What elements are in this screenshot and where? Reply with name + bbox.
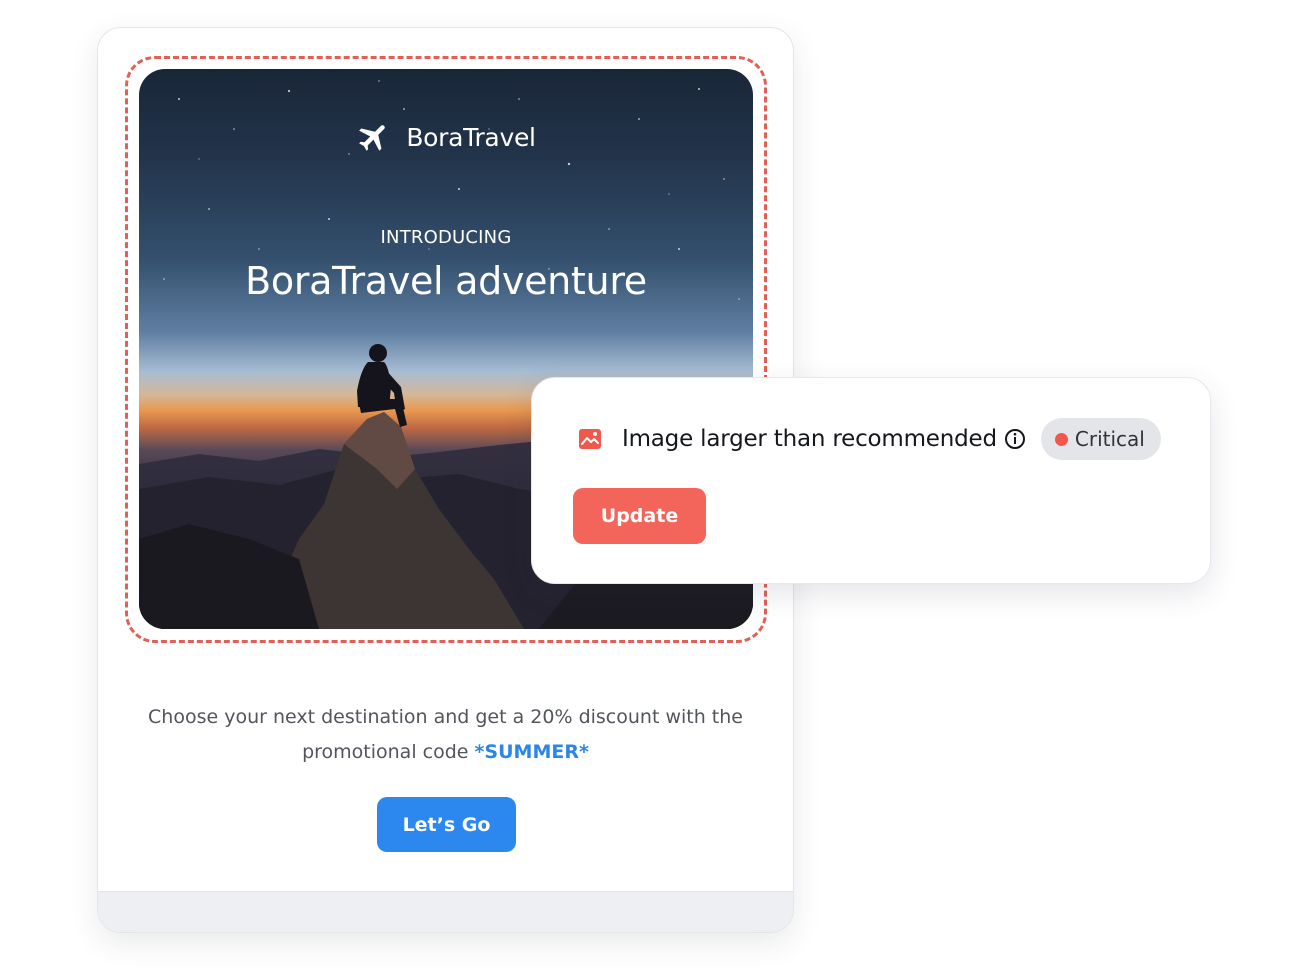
severity-badge: Critical: [1040, 418, 1161, 460]
image-warning-card: Image larger than recommended Critical U…: [531, 377, 1211, 584]
brand-name: BoraTravel: [406, 122, 536, 152]
info-icon[interactable]: [1004, 428, 1026, 450]
severity-dot: [1054, 432, 1068, 446]
airplane-icon: [359, 125, 386, 151]
brand-logo: BoraTravel: [139, 119, 753, 155]
image-warning-icon: [579, 429, 601, 449]
hero-headline: BoraTravel adventure: [245, 259, 647, 303]
promo-code: *SUMMER*: [474, 741, 589, 763]
promo-body: Choose your next destination and get a 2…: [148, 706, 743, 763]
severity-label: Critical: [1074, 427, 1145, 451]
hero-eyebrow: INTRODUCING: [380, 227, 512, 248]
warning-row: Image larger than recommended Critical: [578, 418, 1161, 460]
email-footer: [98, 891, 793, 932]
promo-text: Choose your next destination and get a 2…: [128, 700, 763, 770]
update-button[interactable]: Update: [573, 488, 706, 544]
warning-title: Image larger than recommended: [622, 426, 997, 452]
lets-go-button[interactable]: Let’s Go: [377, 797, 516, 852]
